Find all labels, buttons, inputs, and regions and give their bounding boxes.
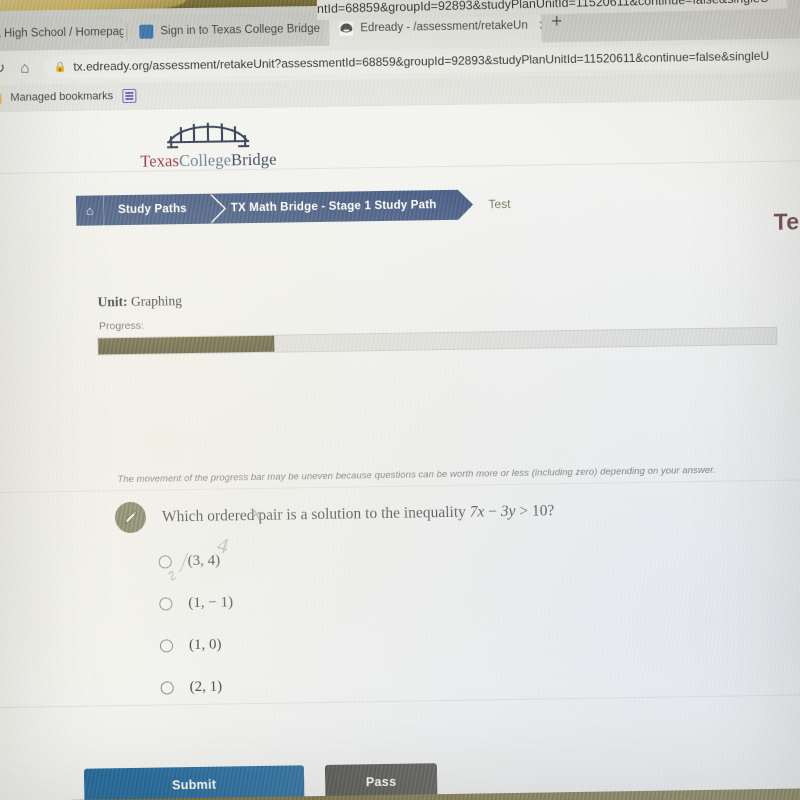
edready-favicon-icon [339,21,354,36]
action-buttons: Submit Pass Don't know answer [83,763,438,800]
breadcrumb: ⌂ Study Paths TX Math Bridge - Stage 1 S… [75,189,511,226]
tab-title: a High School / Homepage [0,25,124,40]
header-divider-bottom [0,160,800,175]
pass-button[interactable]: Pass [324,763,438,800]
page-viewport: TexasCollegeBridge ⌂ Study Paths TX Math… [0,98,800,800]
question-prompt: Which ordered pair is a solution to the … [161,503,470,525]
radio-button[interactable] [159,596,173,611]
reload-icon[interactable]: ↻ [0,55,12,81]
answer-choice-3[interactable]: (1, 0) [159,623,234,666]
progress-label: Progress: [98,319,145,333]
answer-choice-label: (1, − 1) [188,593,234,611]
answer-choice-2[interactable]: (1, − 1) [159,581,233,624]
question-row: Which ordered pair is a solution to the … [114,495,555,534]
progress-bar-fill [98,335,275,355]
home-icon: ⌂ [85,203,94,218]
radio-button[interactable] [158,554,172,569]
lock-icon: 🔒 [53,61,67,73]
site-logo[interactable]: TexasCollegeBridge [133,115,284,172]
question-divider-bottom [0,694,800,709]
managed-bookmarks-label[interactable]: Managed bookmarks [10,90,113,104]
texas-college-bridge-favicon-icon [139,24,154,39]
breadcrumb-home-button[interactable]: ⌂ [75,195,105,226]
answer-choice-label: (1, 0) [188,636,222,653]
breadcrumb-label: Study Paths [118,203,187,217]
browser-tab-2[interactable]: Sign in to Texas College Bridge - ✕ [129,11,324,49]
question-expression-minus: − [484,502,501,520]
tab-title: Edready - /assessment/retakeUn [360,19,528,35]
close-icon[interactable]: ✕ [539,18,542,32]
unit-name: Graphing [130,293,183,309]
breadcrumb-item-study-paths[interactable]: Study Paths [103,193,210,226]
answer-choice-list: (3, 4) (1, − 1) (1, 0) (2, 1) [158,539,234,708]
breadcrumb-label: TX Math Bridge - Stage 1 Study Path [230,199,437,215]
answer-choice-label: (2, 1) [189,678,223,695]
question-expression-x: 7x [469,502,485,521]
logo-word-texas: Texas [140,151,180,171]
folder-icon[interactable] [0,92,2,104]
browser-tab-1[interactable]: a High School / Homepage ✕ [0,15,124,52]
answer-choice-1[interactable]: (3, 4) [158,539,232,582]
progress-bar [97,326,778,356]
radio-button[interactable] [160,680,174,695]
logo-word-bridge: Bridge [230,149,277,170]
logo-word-college: College [178,150,232,171]
reading-list-icon[interactable] [121,88,137,104]
unit-heading: Unit: Graphing [97,293,182,310]
radio-button[interactable] [159,638,174,653]
new-tab-button[interactable]: + [551,11,562,32]
unit-label: Unit: [97,293,128,310]
photo-of-screen: a High School / Homepage ✕ Sign in to Te… [0,0,800,800]
browser-window: a High School / Homepage ✕ Sign in to Te… [0,0,800,800]
submit-button[interactable]: Submit [83,765,305,800]
question-expression-y: 3y [500,502,516,520]
pass-group: Pass Don't know answer [324,763,438,800]
home-icon[interactable]: ⌂ [12,54,38,80]
address-bar[interactable]: 🔒 tx.edready.org/assessment/retakeUnit?a… [43,43,800,80]
question-expression-rel: > 10? [515,501,555,520]
question-text: Which ordered pair is a solution to the … [162,502,555,526]
url-text: tx.edready.org/assessment/retakeUnit?ass… [73,48,770,74]
tab-separator [126,22,128,41]
bridge-icon [167,122,250,149]
answer-choice-label: (3, 4) [187,552,221,569]
pencil-icon [114,501,147,534]
tab-title: Sign in to Texas College Bridge - [160,22,324,38]
breadcrumb-item-study-path[interactable]: TX Math Bridge - Stage 1 Study Path [208,189,459,224]
page-title: Test [773,208,800,235]
answer-choice-4[interactable]: (2, 1) [160,665,234,708]
